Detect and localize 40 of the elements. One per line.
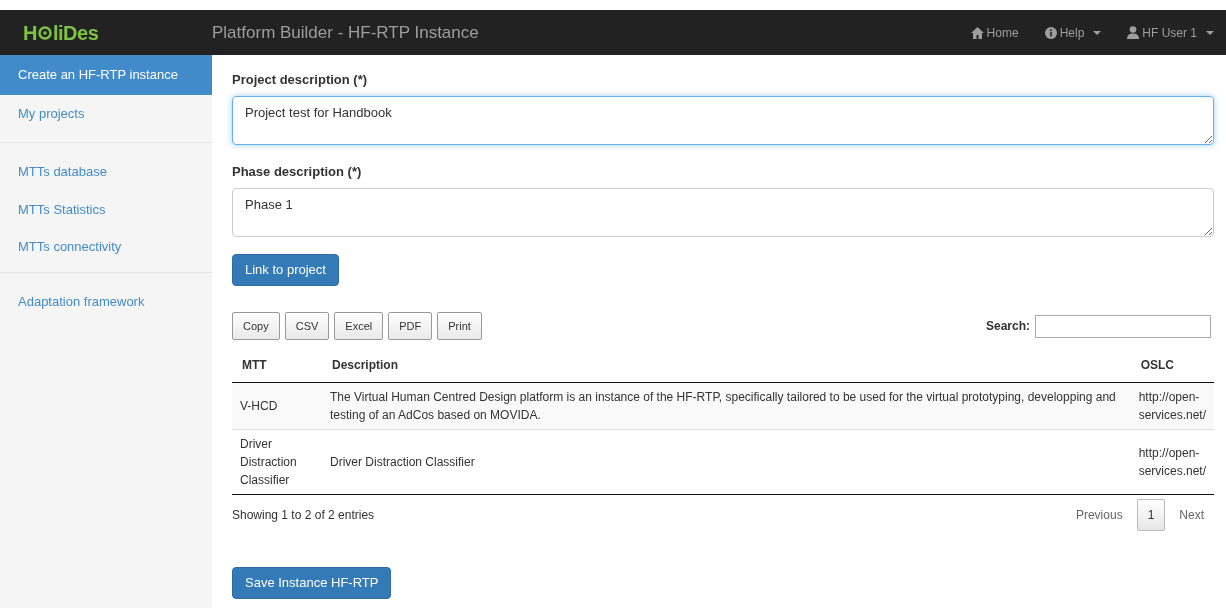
table-cell: V-HCD [232,382,322,430]
info-icon [1044,26,1057,39]
export-button[interactable]: CSV [284,312,330,340]
user-icon [1127,26,1140,39]
sidebar-item[interactable]: Adaptation framework [0,282,212,320]
search-field[interactable] [1035,314,1211,338]
export-button[interactable]: Print [437,312,482,340]
field-label: Project description (*) [232,71,369,89]
sidebar-item[interactable]: MTTs connectivity [0,228,212,266]
description-field[interactable]: Phase 1 [232,187,1214,237]
field-label: Phase description (*) [232,163,363,181]
previous-link[interactable]: Previous [1075,506,1123,524]
nav-link[interactable]: Home [970,23,1019,42]
page-button[interactable]: 1 [1136,499,1166,531]
nav-link[interactable]: Help [1044,23,1102,42]
table-cell: Driver Distraction Classifier [232,429,322,495]
sidebar-item[interactable]: MTTs database [0,153,212,191]
table-cell: http://open-services.net/ [1130,429,1214,495]
sidebar-item[interactable]: Create an HF-RTP instance [0,55,212,95]
export-button[interactable]: Copy [232,312,280,340]
logo[interactable]: H liDes [23,17,99,48]
export-button[interactable]: Excel [334,312,384,340]
home-icon [970,26,984,39]
column-header[interactable]: MTT [232,348,322,383]
column-header[interactable]: Description [322,348,1131,383]
column-header[interactable]: OSLC [1130,348,1214,383]
export-button[interactable]: PDF [388,312,433,340]
save-instance-button[interactable]: Save Instance HF-RTP [232,567,392,599]
next-link[interactable]: Next [1179,506,1204,524]
search-label: Search: [985,318,1030,335]
description-field[interactable]: Project test for Handbook [232,95,1214,145]
table-cell: Driver Distraction Classifier [322,429,1131,495]
table-cell: The Virtual Human Centred Design platform is an instance of the HF-RTP, specifically tailored to be used for the virtual prototyping, developping and testing of an AdCos based on MOVIDA. [322,382,1131,430]
table-info: Showing 1 to 2 of 2 entries [232,507,375,524]
link-to-project-button[interactable]: Link to project [232,254,339,286]
sidebar-item[interactable]: My projects [0,94,212,132]
app-title: Platform Builder - HF-RTP Instance [212,21,479,44]
sidebar-item[interactable]: MTTs Statistics [0,190,212,228]
table-cell: http://open-services.net/ [1130,382,1214,430]
nav-link[interactable]: HF User 1 [1127,23,1214,42]
